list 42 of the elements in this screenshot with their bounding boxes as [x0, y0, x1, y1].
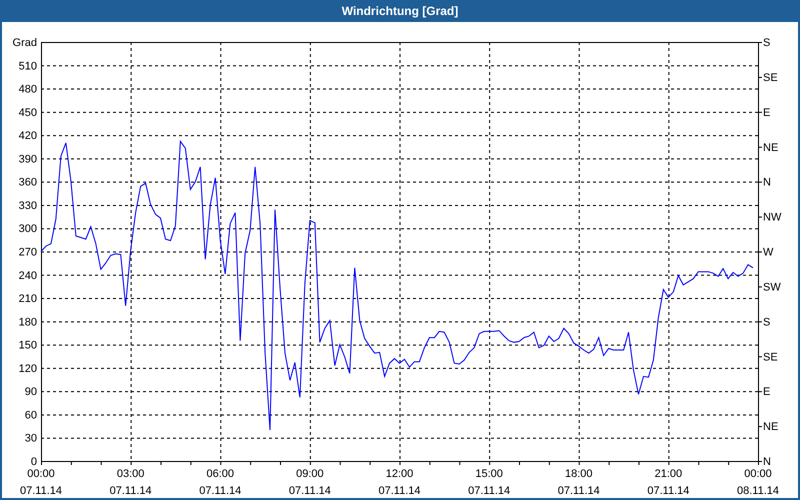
y-tick-label: 30 [24, 432, 37, 445]
y-tick-label: 0 [30, 456, 37, 468]
y-tick-label: 150 [18, 340, 37, 352]
x-tick-label: 03:00 07.11.14 [110, 468, 152, 497]
compass-tick-label: SW [763, 281, 781, 294]
y-tick-label: 420 [18, 130, 37, 142]
y-tick-label: 240 [18, 270, 37, 282]
compass-tick-label: N [763, 176, 771, 189]
x-tick-label: 21:00 07.11.14 [647, 468, 690, 497]
compass-tick-label: E [763, 106, 770, 119]
y-tick-label: 90 [24, 386, 37, 398]
compass-tick-label: N [763, 456, 771, 468]
y-tick-label: 180 [18, 316, 37, 328]
y-tick-label: 60 [24, 409, 37, 422]
y-tick-label: 450 [18, 106, 37, 119]
compass-tick-label: NE [763, 142, 778, 154]
y-tick-label: 300 [18, 223, 37, 236]
x-tick-label: 00:00 07.11.14 [20, 468, 62, 497]
y-tick-label: 480 [18, 84, 37, 96]
y-tick-label: 390 [18, 153, 37, 166]
y-tick-label: 330 [18, 200, 37, 212]
x-tick-label: 00:00 08.11.14 [737, 468, 779, 497]
y-tick-label: 360 [18, 176, 37, 189]
compass-tick-label: E [763, 386, 770, 398]
y-axis-unit: Grad [12, 37, 37, 49]
window-title: Windrichtung [Grad] [0, 0, 800, 22]
compass-tick-label: NW [763, 212, 782, 224]
x-tick-label: 12:00 07.11.14 [378, 468, 420, 497]
compass-tick-label: NE [763, 421, 778, 434]
x-tick-label: 06:00 07.11.14 [199, 468, 242, 497]
compass-tick-label: W [763, 246, 774, 258]
compass-tick-label: SE [763, 72, 778, 84]
x-tick-label: 15:00 07.11.14 [468, 468, 510, 497]
compass-tick-label: S [763, 37, 770, 49]
compass-tick-label: SE [763, 351, 778, 364]
x-tick-label: 09:00 07.11.14 [288, 468, 331, 497]
compass-tick-label: S [763, 316, 770, 328]
y-tick-label: 210 [18, 293, 37, 306]
y-tick-label: 510 [18, 60, 37, 72]
y-tick-label: 270 [18, 246, 37, 258]
y-tick-label: 120 [18, 362, 37, 375]
x-tick-label: 18:00 07.11.14 [558, 468, 600, 497]
